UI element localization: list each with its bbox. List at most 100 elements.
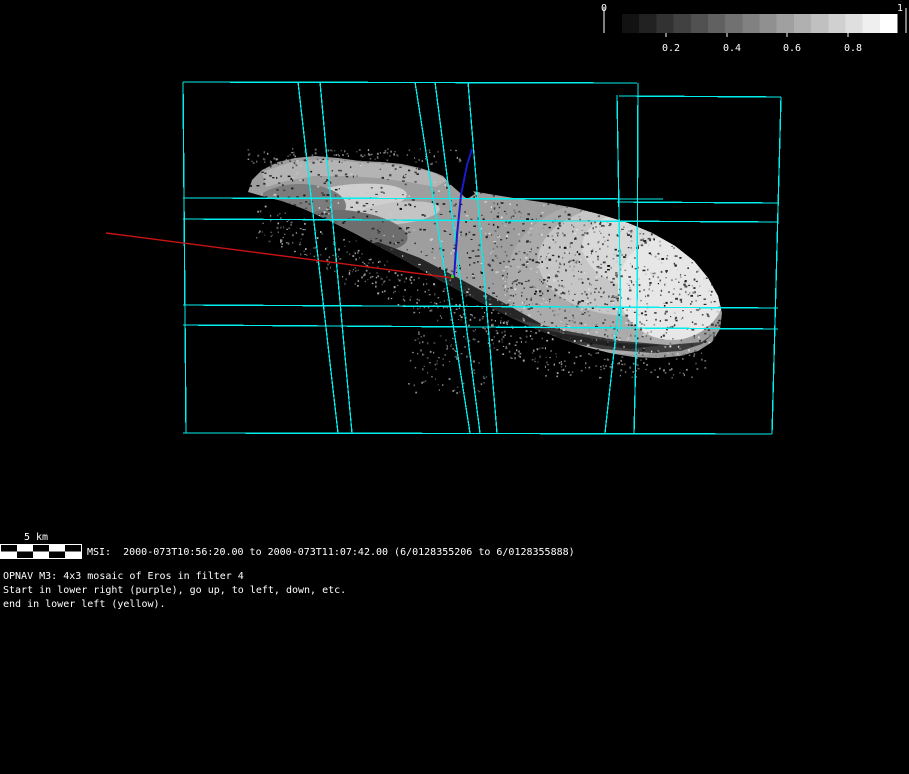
- speckle: [581, 314, 584, 315]
- speckle: [684, 374, 685, 376]
- speckle: [404, 289, 406, 291]
- speckle: [522, 345, 524, 347]
- speckle: [502, 342, 504, 343]
- speckle: [613, 321, 614, 322]
- speckle: [540, 200, 541, 202]
- speckle: [372, 283, 374, 284]
- speckle: [422, 368, 423, 370]
- speckle: [402, 320, 404, 322]
- speckle: [616, 276, 618, 277]
- speckle: [717, 327, 719, 328]
- speckle: [594, 218, 597, 219]
- speckle: [631, 377, 633, 378]
- speckle: [377, 230, 379, 231]
- speckle: [683, 219, 685, 221]
- speckle: [534, 361, 535, 362]
- speckle: [680, 289, 682, 290]
- speckle: [715, 340, 716, 342]
- speckle: [417, 290, 418, 291]
- speckle: [328, 150, 330, 152]
- speckle: [518, 233, 520, 235]
- speckle: [540, 314, 541, 316]
- speckle: [603, 237, 604, 238]
- speckle: [691, 246, 692, 247]
- speckle: [272, 235, 274, 236]
- speckle: [277, 236, 280, 237]
- speckle: [579, 261, 580, 263]
- speckle: [481, 288, 483, 289]
- speckle: [706, 278, 708, 279]
- speckle: [666, 198, 669, 199]
- speckle: [250, 255, 251, 256]
- speckle: [589, 182, 590, 184]
- speckle: [574, 233, 576, 234]
- speckle: [415, 348, 417, 350]
- speckle: [710, 295, 712, 296]
- speckle: [269, 310, 271, 312]
- speckle: [377, 292, 379, 294]
- speckle: [552, 255, 554, 256]
- speckle: [626, 283, 628, 285]
- speckle: [646, 303, 648, 305]
- speckle: [559, 225, 562, 227]
- speckle: [358, 340, 361, 342]
- speckle: [528, 351, 530, 353]
- speckle: [349, 254, 350, 255]
- speckle: [591, 252, 592, 254]
- speckle: [335, 175, 338, 177]
- speckle: [579, 219, 581, 221]
- speckle: [553, 279, 555, 281]
- speckle: [657, 168, 659, 169]
- speckle: [719, 296, 721, 298]
- speckle: [522, 223, 524, 225]
- speckle: [572, 231, 573, 233]
- speckle: [606, 256, 607, 258]
- speckle: [267, 288, 269, 290]
- speckle: [437, 360, 438, 362]
- speckle: [659, 241, 661, 243]
- speckle: [533, 353, 535, 355]
- speckle: [589, 315, 591, 316]
- speckle: [278, 346, 280, 347]
- speckle: [542, 322, 544, 323]
- speckle: [310, 253, 311, 254]
- speckle: [579, 318, 580, 319]
- speckle: [402, 255, 403, 257]
- speckle: [377, 153, 379, 155]
- speckle: [268, 285, 271, 286]
- speckle: [581, 211, 583, 212]
- speckle: [654, 272, 655, 274]
- speckle: [579, 216, 580, 217]
- speckle: [248, 154, 250, 156]
- speckle: [568, 291, 569, 293]
- speckle: [481, 182, 483, 184]
- speckle: [449, 234, 451, 235]
- speckle: [351, 349, 354, 351]
- speckle: [679, 257, 681, 259]
- speckle: [624, 363, 625, 365]
- footprint-edge-v-a-right: [320, 82, 352, 433]
- speckle: [626, 187, 628, 188]
- speckle: [373, 204, 374, 205]
- speckle: [516, 349, 517, 351]
- speckle: [672, 218, 673, 219]
- speckle: [601, 276, 602, 277]
- speckle: [547, 277, 550, 279]
- speckle: [620, 369, 622, 371]
- speckle: [335, 194, 337, 196]
- speckle: [456, 162, 458, 163]
- speckle: [647, 295, 649, 297]
- speckle: [572, 315, 574, 317]
- speckle: [611, 267, 612, 269]
- speckle: [319, 291, 320, 292]
- speckle: [687, 248, 690, 249]
- speckle: [510, 335, 512, 336]
- speckle: [584, 312, 586, 313]
- speckle: [426, 271, 427, 273]
- speckle: [510, 245, 512, 246]
- speckle: [717, 311, 720, 313]
- speckle: [651, 331, 652, 333]
- speckle: [718, 325, 720, 327]
- speckle: [642, 336, 644, 337]
- speckle: [715, 215, 717, 217]
